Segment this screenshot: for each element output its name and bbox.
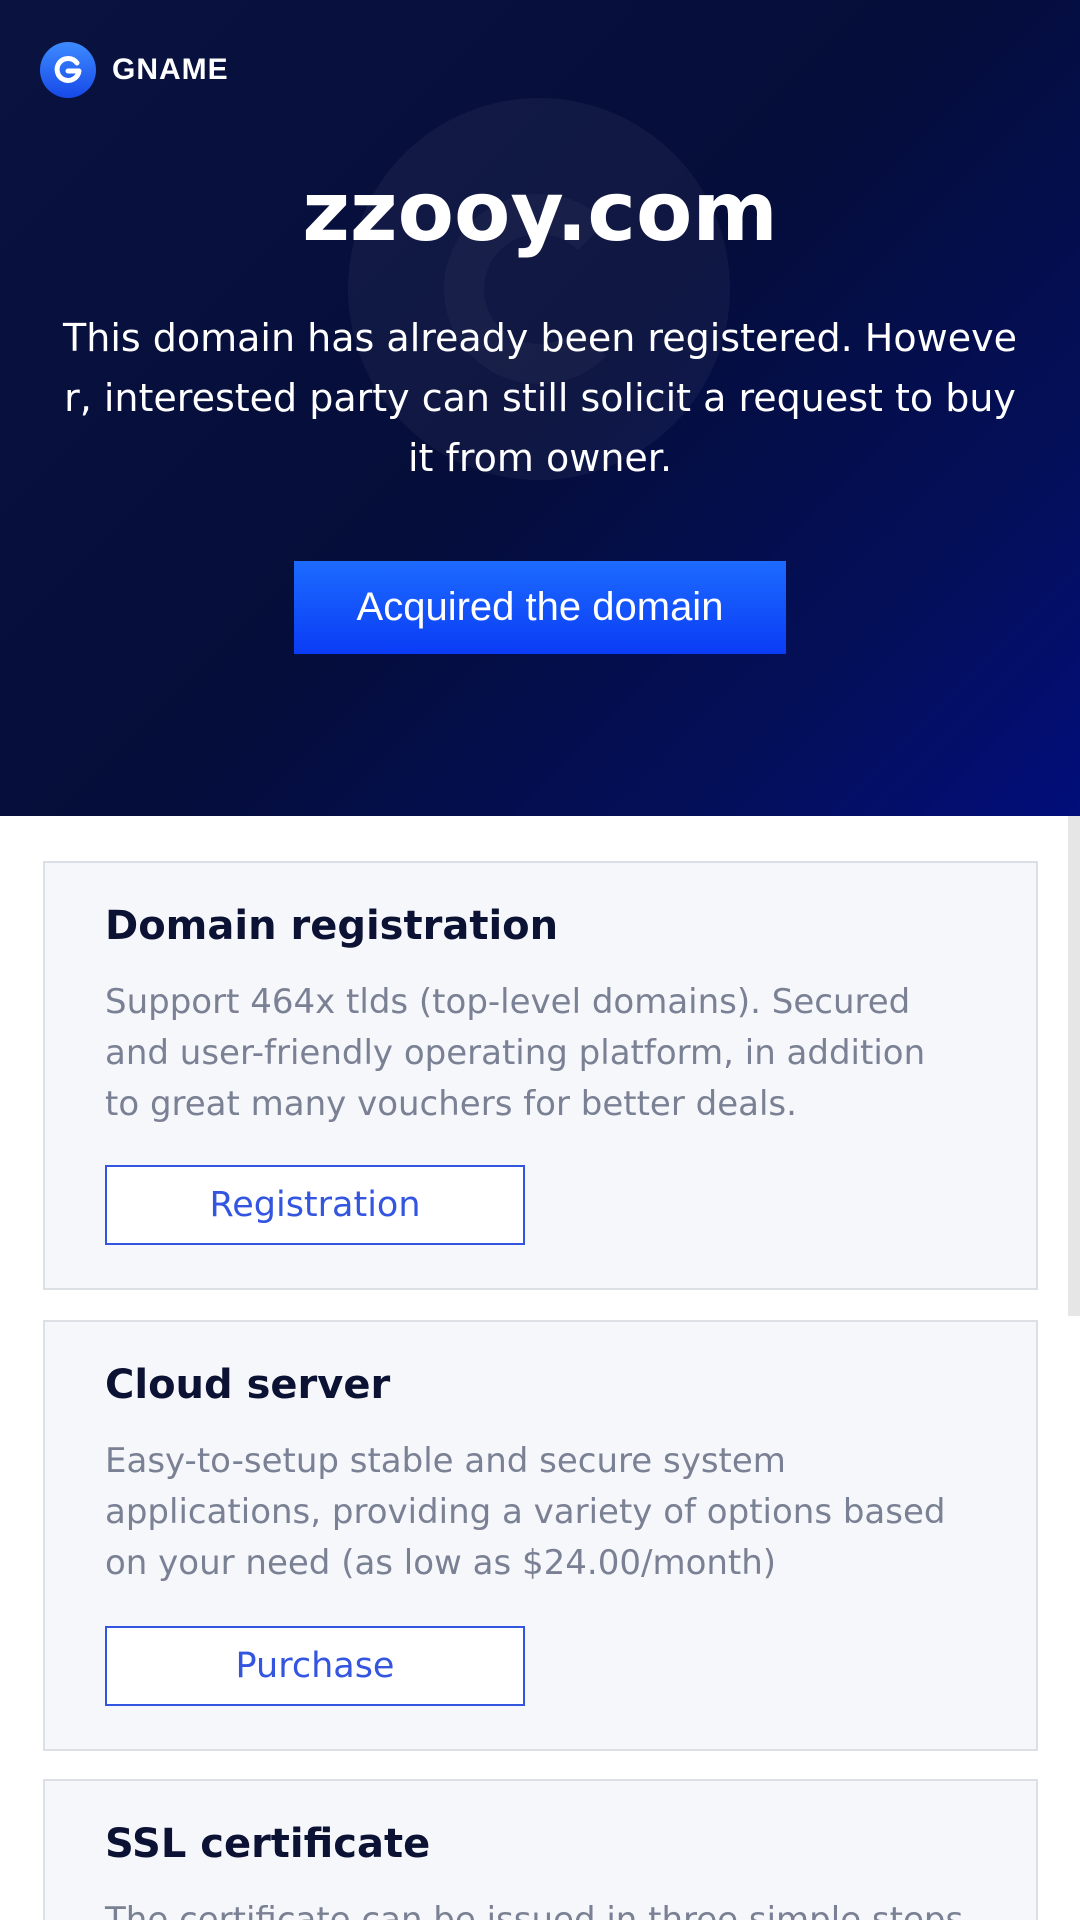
domain-registration-card: Domain registration Support 464x tlds (t… — [43, 861, 1038, 1290]
registration-button[interactable]: Registration — [105, 1165, 525, 1245]
gname-g-logo-icon — [40, 42, 96, 98]
card-title: Cloud server — [105, 1362, 391, 1408]
card-description: Support 464x tlds (top-level domains). S… — [105, 982, 926, 1124]
page-scrollbar[interactable] — [1068, 816, 1080, 1316]
ssl-certificate-card: SSL certificate The certificate can be i… — [43, 1779, 1038, 1920]
brand-logo[interactable]: GNAME — [40, 42, 229, 98]
purchase-button[interactable]: Purchase — [105, 1626, 525, 1706]
card-description: The certificate can be issued in three s… — [105, 1900, 964, 1920]
card-title: Domain registration — [105, 903, 559, 949]
card-description: Easy-to-setup stable and secure system a… — [105, 1441, 946, 1583]
cloud-server-card: Cloud server Easy-to-setup stable and se… — [43, 1320, 1038, 1751]
domain-status-message: This domain has already been registered.… — [63, 316, 1017, 480]
domain-name-title: zzooy.com — [302, 165, 778, 260]
card-title: SSL certificate — [105, 1821, 431, 1867]
logo-text: GNAME — [112, 53, 229, 86]
acquire-domain-button[interactable]: Acquired the domain — [294, 561, 786, 654]
hero-banner: GNAME zzooy.com This domain has already … — [0, 0, 1080, 816]
